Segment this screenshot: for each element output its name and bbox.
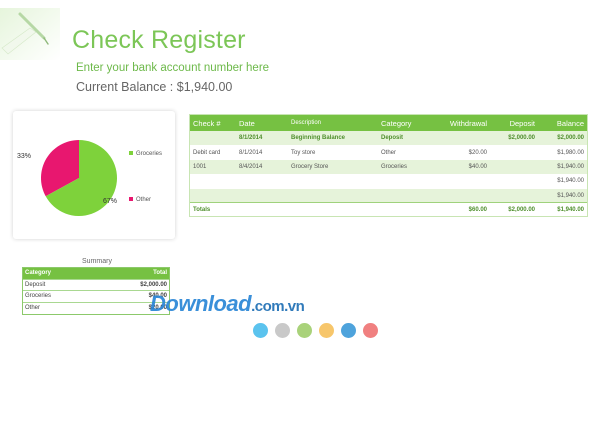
totals-empty — [236, 202, 288, 218]
cell-date[interactable] — [236, 174, 288, 188]
category-pie-chart-card: 33% 67% Groceries Other — [13, 111, 175, 239]
slice-label-other: 33% — [17, 153, 31, 160]
summary-total: $2,000.00 — [95, 278, 169, 291]
col-check-number[interactable]: Check # — [190, 115, 236, 131]
cell-category[interactable] — [378, 174, 436, 188]
palette-dot[interactable] — [297, 323, 312, 338]
summary-table: Category Total Deposit $2,000.00 Groceri… — [22, 267, 170, 315]
account-number-field[interactable]: Enter your bank account number here — [76, 62, 269, 74]
cell-withdrawal[interactable] — [436, 131, 490, 145]
pen-illustration — [0, 8, 60, 60]
summary-title: Summary — [82, 258, 112, 265]
cell-category[interactable] — [378, 189, 436, 203]
palette-dot[interactable] — [363, 323, 378, 338]
cell-deposit[interactable]: $2,000.00 — [490, 131, 538, 145]
cell-withdrawal[interactable]: $20.00 — [436, 145, 490, 159]
total-balance: $1,940.00 — [538, 202, 587, 218]
cell-balance: $1,940.00 — [557, 163, 584, 170]
cell-description[interactable]: Toy store — [288, 145, 378, 159]
cell-deposit[interactable] — [490, 145, 538, 159]
palette-dot[interactable] — [275, 323, 290, 338]
cell-check[interactable] — [190, 131, 236, 145]
totals-label: Totals — [190, 202, 236, 218]
cell-date[interactable]: 8/4/2014 — [236, 160, 288, 174]
table-row[interactable]: $1,940.00 — [190, 174, 587, 188]
cell-balance: $1,940.00 — [557, 178, 584, 185]
col-deposit[interactable]: Deposit — [490, 115, 538, 131]
cell-balance: $1,980.00 — [557, 149, 584, 156]
color-palette — [253, 323, 378, 338]
totals-row: Totals $60.00 $2,000.00 $1,940.00 — [190, 202, 587, 218]
col-balance[interactable]: Balance — [538, 115, 587, 131]
cell-deposit[interactable] — [490, 189, 538, 203]
summary-row[interactable]: Deposit $2,000.00 — [23, 278, 169, 291]
table-row[interactable]: $1,940.00 — [190, 188, 587, 203]
summary-row[interactable]: Groceries $40.00 — [23, 290, 169, 302]
cell-withdrawal[interactable] — [436, 174, 490, 188]
table-row[interactable]: 8/1/2014 Beginning Balance Deposit $2,00… — [190, 131, 587, 146]
table-row[interactable]: 1001 8/4/2014 Grocery Store Groceries $4… — [190, 159, 587, 175]
cell-category[interactable]: Deposit — [378, 131, 436, 145]
col-description[interactable]: Description — [288, 115, 378, 131]
col-date[interactable]: Date — [236, 115, 288, 131]
category-pie-chart: 33% 67% Groceries Other — [17, 140, 162, 216]
current-balance: Current Balance : $1,940.00 — [76, 80, 233, 94]
watermark-domain: .com.vn — [251, 298, 305, 315]
cell-description[interactable] — [288, 189, 378, 203]
summary-category: Groceries — [23, 290, 96, 302]
palette-dot[interactable] — [319, 323, 334, 338]
check-register-table: Check # Date Description Category Withdr… — [189, 114, 588, 218]
summary-category: Other — [23, 301, 96, 314]
total-withdrawal: $60.00 — [436, 202, 490, 218]
cell-description[interactable] — [288, 174, 378, 188]
page-title: Check Register — [72, 26, 246, 54]
col-withdrawal[interactable]: Withdrawal — [436, 115, 490, 131]
download-watermark: Download.com.vn — [150, 291, 305, 317]
watermark-brand: Download — [150, 291, 252, 316]
col-category[interactable]: Category — [378, 115, 436, 131]
cell-deposit[interactable] — [490, 174, 538, 188]
cell-category[interactable]: Other — [378, 145, 436, 159]
cell-date[interactable]: 8/1/2014 — [236, 131, 288, 145]
cell-withdrawal[interactable]: $40.00 — [436, 160, 490, 174]
legend-swatch-groceries — [129, 151, 133, 155]
cell-balance: $2,000.00 — [557, 135, 584, 142]
cell-category[interactable]: Groceries — [378, 160, 436, 174]
legend-label-other: Other — [136, 197, 151, 203]
cell-check[interactable] — [190, 174, 236, 188]
total-deposit: $2,000.00 — [490, 202, 538, 218]
totals-empty — [378, 202, 436, 218]
slice-label-groceries: 67% — [103, 198, 117, 205]
legend-swatch-other — [129, 197, 133, 201]
cell-date[interactable] — [236, 189, 288, 203]
register-header-row: Check # Date Description Category Withdr… — [190, 115, 587, 131]
summary-row[interactable]: Other $20.00 — [23, 301, 169, 314]
summary-category: Deposit — [23, 278, 96, 291]
palette-dot[interactable] — [253, 323, 268, 338]
legend-label-groceries: Groceries — [136, 151, 162, 157]
table-row[interactable]: Debit card 8/1/2014 Toy store Other $20.… — [190, 145, 587, 159]
cell-date[interactable]: 8/1/2014 — [236, 145, 288, 159]
palette-dot[interactable] — [341, 323, 356, 338]
totals-empty — [288, 202, 378, 218]
cell-withdrawal[interactable] — [436, 189, 490, 203]
cell-check[interactable] — [190, 189, 236, 203]
cell-description[interactable]: Grocery Store — [288, 160, 378, 174]
cell-deposit[interactable] — [490, 160, 538, 174]
cell-balance: $1,940.00 — [557, 192, 584, 199]
summary-col-category[interactable]: Category — [23, 268, 96, 279]
cell-check[interactable]: 1001 — [190, 160, 236, 174]
cell-check[interactable]: Debit card — [190, 145, 236, 159]
summary-col-total[interactable]: Total — [95, 268, 169, 279]
cell-description[interactable]: Beginning Balance — [288, 131, 378, 145]
